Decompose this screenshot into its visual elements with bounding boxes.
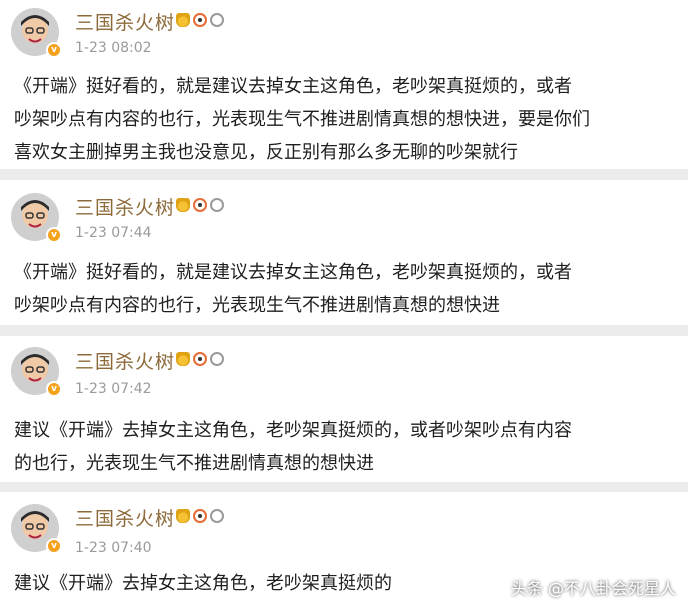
user-badges — [176, 352, 224, 366]
username[interactable]: 三国杀火树 — [75, 8, 175, 35]
post-time: 1-23 07:40 — [75, 540, 152, 556]
verified-icon: v — [46, 538, 62, 554]
watermark: 头条 @不八卦会死星人 — [510, 579, 676, 598]
verified-icon: v — [46, 42, 62, 58]
text-line: 吵架吵点有内容的也行，光表现生气不推进剧情真想的想快进 — [14, 295, 500, 316]
crown-icon — [176, 13, 190, 27]
username[interactable]: 三国杀火树 — [75, 347, 175, 374]
level-icon — [210, 198, 224, 212]
text-line: 的也行，光表现生气不推进剧情真想的想快进 — [14, 453, 374, 474]
weibo-post: v 三国杀火树 1-23 07:42 建议《开端》去掉女主这角色，老吵架真挺烦的… — [0, 336, 688, 482]
eye-icon — [193, 352, 207, 366]
eye-icon — [193, 509, 207, 523]
crown-icon — [176, 198, 190, 212]
user-badges — [176, 13, 224, 27]
text-line: 吵架吵点有内容的也行，光表现生气不推进剧情真想的想快进，要是你们 — [14, 109, 590, 130]
username[interactable]: 三国杀火树 — [75, 504, 175, 531]
text-line: 《开端》挺好看的，就是建议去掉女主这角色，老吵架真挺烦的，或者 — [14, 262, 572, 283]
post-text: 建议《开端》去掉女主这角色，老吵架真挺烦的，或者吵架吵点有内容 的也行，光表现生… — [14, 414, 684, 480]
user-badges — [176, 509, 224, 523]
eye-icon — [193, 198, 207, 212]
crown-icon — [176, 509, 190, 523]
post-text: 《开端》挺好看的，就是建议去掉女主这角色，老吵架真挺烦的，或者 吵架吵点有内容的… — [14, 70, 684, 169]
post-time: 1-23 08:02 — [75, 40, 152, 56]
user-badges — [176, 198, 224, 212]
weibo-post: v 三国杀火树 1-23 08:02 《开端》挺好看的，就是建议去掉女主这角色，… — [0, 0, 688, 169]
post-time: 1-23 07:42 — [75, 381, 152, 397]
post-text: 《开端》挺好看的，就是建议去掉女主这角色，老吵架真挺烦的，或者 吵架吵点有内容的… — [14, 256, 684, 322]
level-icon — [210, 352, 224, 366]
level-icon — [210, 509, 224, 523]
verified-icon: v — [46, 381, 62, 397]
text-line: 建议《开端》去掉女主这角色，老吵架真挺烦的，或者吵架吵点有内容 — [14, 420, 572, 441]
eye-icon — [193, 13, 207, 27]
weibo-post: v 三国杀火树 1-23 07:44 《开端》挺好看的，就是建议去掉女主这角色，… — [0, 180, 688, 325]
post-time: 1-23 07:44 — [75, 225, 152, 241]
crown-icon — [176, 352, 190, 366]
text-line: 《开端》挺好看的，就是建议去掉女主这角色，老吵架真挺烦的，或者 — [14, 76, 572, 97]
username[interactable]: 三国杀火树 — [75, 193, 175, 220]
level-icon — [210, 13, 224, 27]
text-line: 喜欢女主删掉男主我也没意见，反正别有那么多无聊的吵架就行 — [14, 142, 518, 163]
verified-icon: v — [46, 227, 62, 243]
